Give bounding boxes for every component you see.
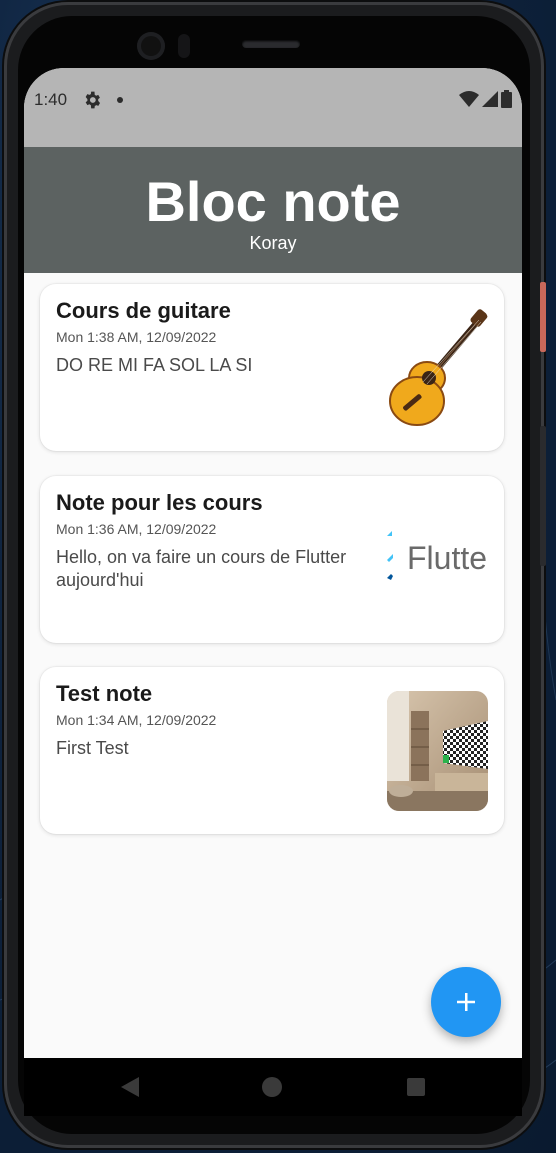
back-icon[interactable] xyxy=(119,1076,141,1098)
app-screen: 1:40 Bloc note Koray Cours de guitare Mo… xyxy=(24,68,522,1058)
note-title: Cours de guitare xyxy=(56,298,231,323)
wifi-icon xyxy=(459,91,479,107)
proximity-sensor xyxy=(178,34,190,58)
note-card[interactable]: Note pour les cours Mon 1:36 AM, 12/09/2… xyxy=(40,476,504,643)
note-card[interactable]: Test note Mon 1:34 AM, 12/09/2022 First … xyxy=(40,667,504,834)
recent-apps-icon[interactable] xyxy=(407,1078,425,1096)
add-note-button[interactable] xyxy=(431,967,501,1037)
note-body: First Test xyxy=(56,738,129,758)
note-body: Hello, on va faire un cours de Flutter a… xyxy=(56,547,347,590)
system-nav-bar xyxy=(24,1058,522,1116)
status-bar: 1:40 xyxy=(24,68,522,147)
front-camera xyxy=(137,32,165,60)
plus-icon xyxy=(457,993,475,1011)
earpiece-speaker xyxy=(242,40,300,48)
flutter-logo-text: Flutte xyxy=(407,540,488,576)
notes-list: Cours de guitare Mon 1:38 AM, 12/09/2022… xyxy=(24,273,522,1058)
note-body: DO RE MI FA SOL LA SI xyxy=(56,355,253,375)
note-card[interactable]: Cours de guitare Mon 1:38 AM, 12/09/2022… xyxy=(40,284,504,451)
app-subtitle: Koray xyxy=(249,233,297,253)
note-title: Note pour les cours xyxy=(56,490,263,515)
status-icons xyxy=(459,90,512,108)
gear-icon xyxy=(85,91,100,109)
guitar-image xyxy=(387,308,488,428)
app-title: Bloc note xyxy=(145,170,401,233)
living-room-image xyxy=(387,691,488,811)
home-icon[interactable] xyxy=(262,1077,282,1097)
note-date: Mon 1:38 AM, 12/09/2022 xyxy=(56,329,217,345)
note-date: Mon 1:34 AM, 12/09/2022 xyxy=(56,712,217,728)
note-title: Test note xyxy=(56,681,153,706)
note-date: Mon 1:36 AM, 12/09/2022 xyxy=(56,521,217,537)
status-time: 1:40 xyxy=(34,90,68,109)
app-bar: Bloc note Koray xyxy=(24,147,522,273)
notification-dot-icon xyxy=(117,97,123,103)
battery-icon xyxy=(501,90,512,108)
flutter-logo-image: Flutte xyxy=(387,500,488,620)
volume-button[interactable] xyxy=(540,426,546,566)
signal-icon xyxy=(482,91,498,107)
power-button[interactable] xyxy=(540,282,546,352)
